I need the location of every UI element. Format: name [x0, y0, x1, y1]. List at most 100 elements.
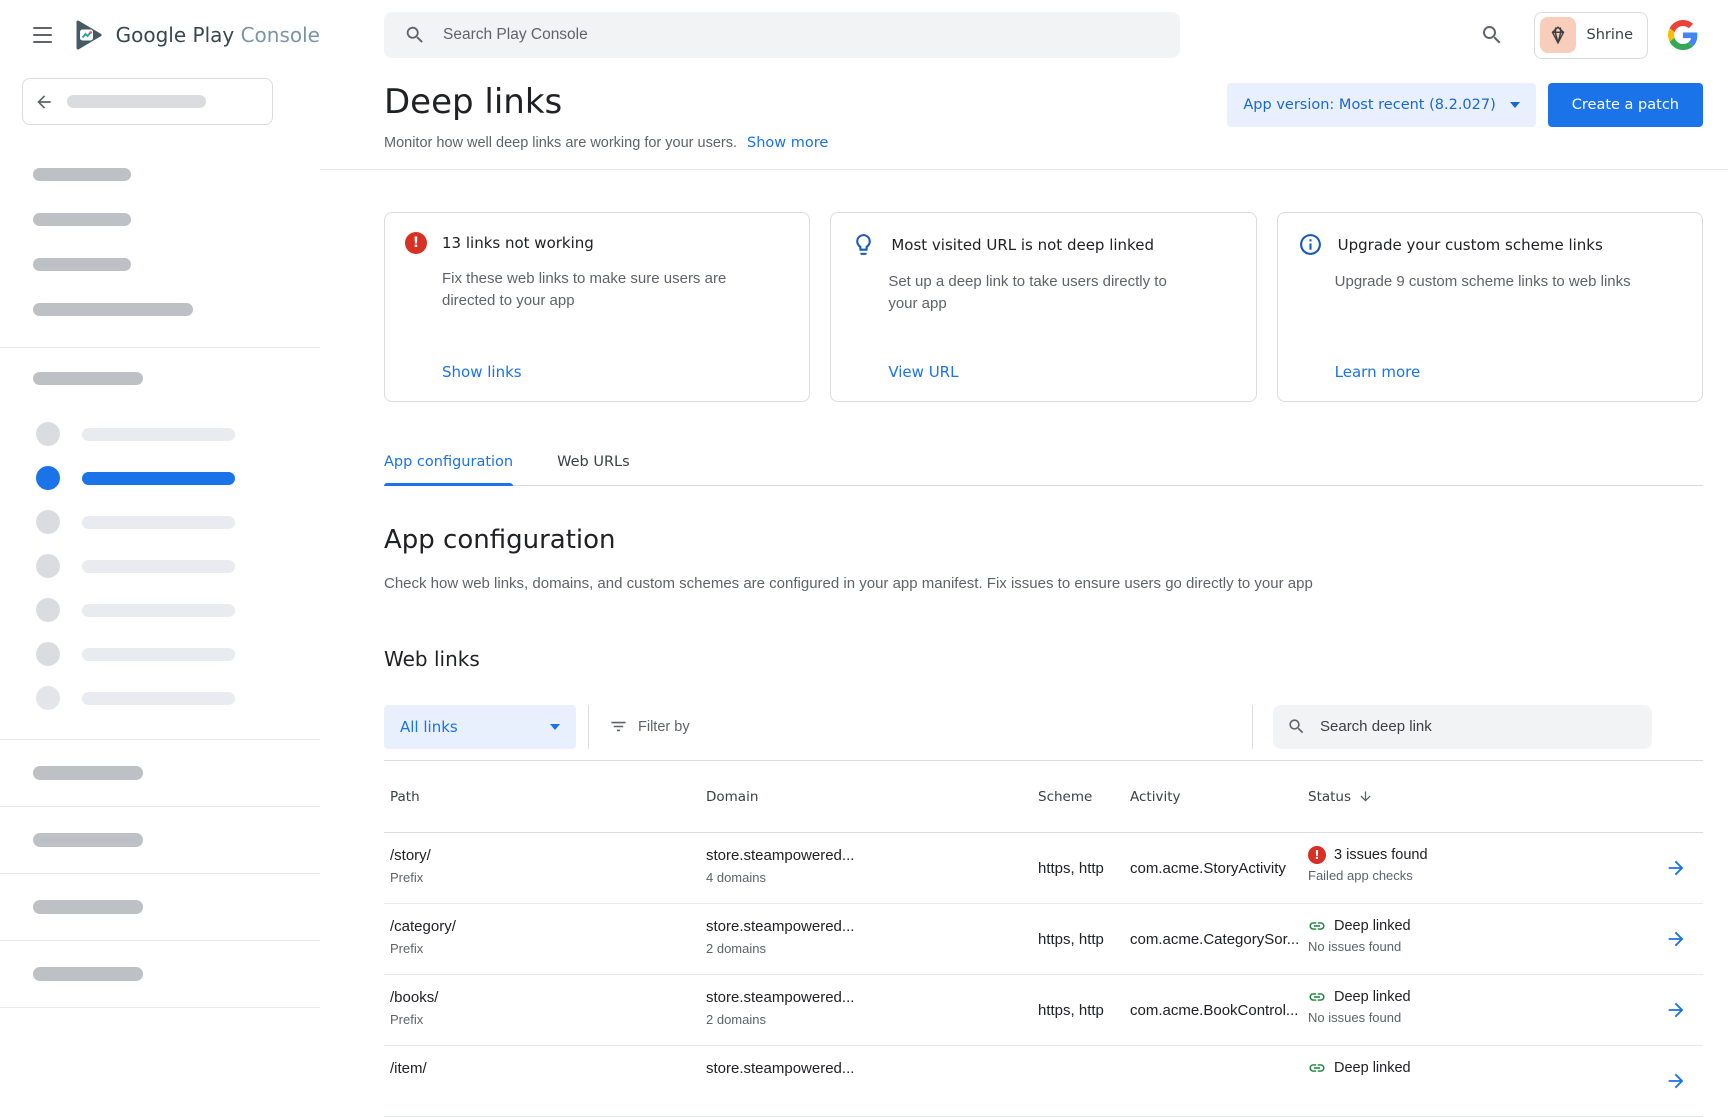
column-header-status[interactable]: Status [1308, 789, 1665, 805]
column-header-path[interactable]: Path [390, 789, 706, 805]
status-value: 3 issues found [1334, 847, 1428, 863]
section-title: App configuration [384, 525, 1703, 555]
sidebar-nav-item[interactable] [33, 303, 193, 316]
sidebar-nav-item[interactable] [36, 598, 320, 622]
card-most-visited-url: Most visited URL is not deep linked Set … [830, 212, 1256, 402]
deep-link-search[interactable] [1273, 705, 1652, 749]
domain-count: 2 domains [706, 940, 1038, 958]
menu-icon[interactable] [33, 22, 52, 48]
row-forward-arrow[interactable] [1665, 857, 1703, 879]
sidebar-nav-item[interactable] [36, 422, 320, 446]
links-filter-select[interactable]: All links [384, 705, 576, 749]
column-header-domain[interactable]: Domain [706, 789, 1038, 805]
sort-down-icon [1358, 789, 1373, 804]
show-more-link[interactable]: Show more [747, 135, 828, 151]
create-patch-button[interactable]: Create a patch [1548, 83, 1703, 127]
lightbulb-icon [851, 232, 876, 257]
row-forward-arrow[interactable] [1665, 928, 1703, 950]
table-toolbar: All links Filter by [384, 693, 1703, 761]
sidebar-nav-item[interactable] [36, 510, 320, 534]
play-console-logo[interactable]: Google Play Console [71, 17, 320, 53]
tab-bar: App configuration Web URLs [384, 440, 1703, 486]
header-divider [320, 169, 1728, 170]
tab-web-urls[interactable]: Web URLs [557, 440, 630, 485]
activity-value: com.acme.StoryActivity [1130, 860, 1308, 877]
deep-link-search-input[interactable] [1318, 717, 1638, 736]
global-search[interactable] [384, 12, 1180, 58]
sidebar-section-item[interactable] [0, 874, 320, 941]
path-value: /item/ [390, 1059, 706, 1079]
toolbar-divider [588, 705, 589, 749]
back-arrow-icon [34, 92, 54, 112]
sidebar-nav-item-active[interactable] [36, 466, 320, 490]
topbar-main: Shrine [320, 12, 1728, 59]
info-icon [1298, 232, 1323, 257]
show-links-link[interactable]: Show links [442, 363, 789, 381]
chevron-down-icon [1510, 102, 1520, 108]
sidebar-nav-item[interactable] [33, 213, 131, 226]
sidebar [0, 70, 320, 1080]
sidebar-nav-item[interactable] [36, 554, 320, 578]
web-links-title: Web links [384, 647, 1703, 671]
filter-by-control[interactable]: Filter by [609, 717, 690, 736]
status-value: Deep linked [1334, 989, 1411, 1005]
activity-value: com.acme.BookControl... [1130, 1002, 1308, 1019]
app-switcher-chip[interactable]: Shrine [1534, 12, 1649, 59]
filter-icon [609, 717, 628, 736]
link-icon [1308, 1059, 1326, 1077]
play-console-logo-icon [71, 17, 107, 53]
topbar: Google Play Console Shrine [0, 0, 1728, 70]
app-chip-label: Shrine [1587, 27, 1634, 43]
link-icon [1308, 917, 1326, 935]
column-header-scheme[interactable]: Scheme [1038, 789, 1130, 805]
column-header-activity[interactable]: Activity [1130, 789, 1308, 805]
table-row[interactable]: /story/Prefix store.steampowered...4 dom… [384, 833, 1703, 904]
search-icon [404, 24, 426, 46]
topbar-left: Google Play Console [0, 17, 320, 53]
learn-more-link[interactable]: Learn more [1335, 363, 1682, 381]
tab-app-configuration[interactable]: App configuration [384, 440, 513, 485]
view-url-link[interactable]: View URL [888, 363, 1235, 381]
app-version-dropdown[interactable]: App version: Most recent (8.2.027) [1227, 83, 1535, 127]
table-row[interactable]: /books/Prefix store.steampowered...2 dom… [384, 975, 1703, 1046]
error-icon [1308, 846, 1326, 864]
card-title: Upgrade your custom scheme links [1338, 236, 1603, 254]
path-value: /story/ [390, 846, 706, 866]
sidebar-nav-item[interactable] [36, 686, 320, 710]
table-row[interactable]: /category/Prefix store.steampowered...2 … [384, 904, 1703, 975]
path-value: /books/ [390, 988, 706, 1008]
scheme-value: https, http [1038, 860, 1130, 877]
path-type: Prefix [390, 1011, 706, 1029]
gem-icon [1547, 24, 1569, 46]
card-upgrade-schemes: Upgrade your custom scheme links Upgrade… [1277, 212, 1703, 402]
google-account-icon[interactable] [1666, 18, 1700, 52]
status-detail: Failed app checks [1308, 867, 1665, 885]
sidebar-section-label [33, 372, 143, 385]
sidebar-nav-item[interactable] [33, 168, 131, 181]
path-type: Prefix [390, 940, 706, 958]
table-row[interactable]: /item/ store.steampowered... Deep linked [384, 1046, 1703, 1117]
card-title: Most visited URL is not deep linked [891, 236, 1154, 254]
back-button[interactable] [22, 78, 273, 125]
secondary-search-icon[interactable] [1480, 23, 1504, 47]
sidebar-section-item[interactable] [0, 740, 320, 807]
app-thumbnail [1540, 17, 1576, 53]
sidebar-nav-item[interactable] [36, 642, 320, 666]
table-header: Path Domain Scheme Activity Status [384, 761, 1703, 833]
scheme-value: https, http [1038, 1002, 1130, 1019]
page-title: Deep links [384, 83, 828, 121]
status-detail: No issues found [1308, 1009, 1665, 1027]
domain-count: 4 domains [706, 869, 1038, 887]
sidebar-section-item[interactable] [0, 807, 320, 874]
path-value: /category/ [390, 917, 706, 937]
global-search-input[interactable] [441, 25, 1164, 45]
chevron-down-icon [550, 724, 560, 730]
skeleton-bar [67, 95, 206, 108]
error-icon [405, 232, 427, 254]
row-forward-arrow[interactable] [1665, 1070, 1703, 1092]
info-cards: 13 links not working Fix these web links… [384, 212, 1703, 402]
sidebar-nav-item[interactable] [33, 258, 131, 271]
row-forward-arrow[interactable] [1665, 999, 1703, 1021]
card-body: Upgrade 9 custom scheme links to web lin… [1335, 271, 1645, 293]
sidebar-section-item[interactable] [0, 941, 320, 1008]
